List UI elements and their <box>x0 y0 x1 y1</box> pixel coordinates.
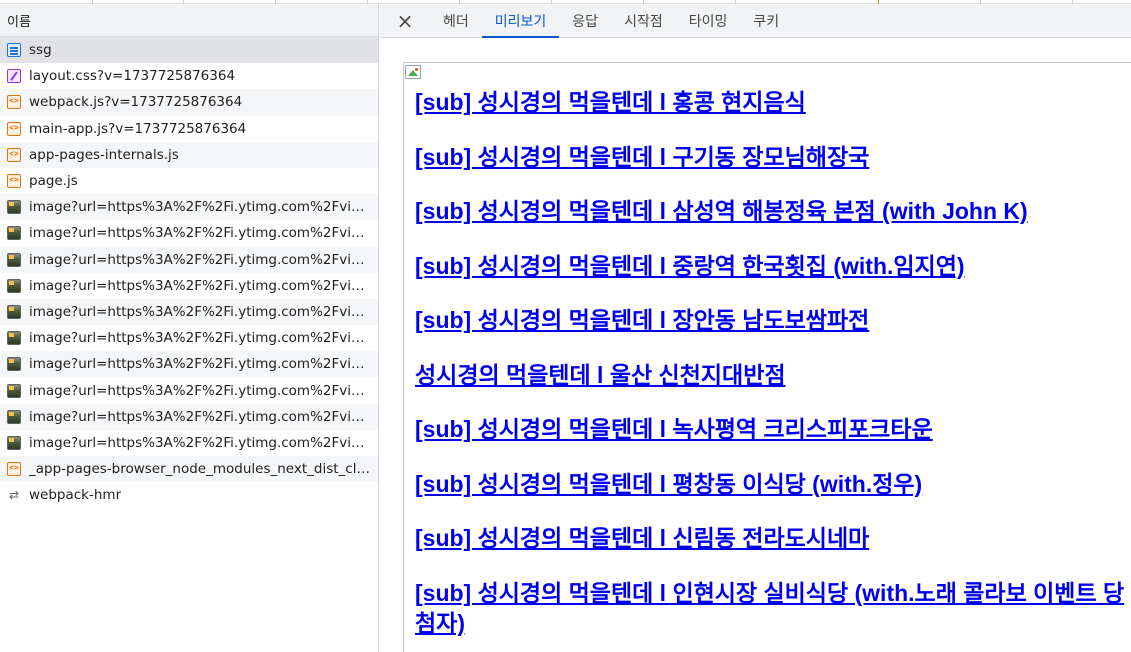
tab-initiator[interactable]: 시작점 <box>611 4 676 37</box>
script-icon <box>7 173 21 189</box>
request-name: main-app.js?v=1737725876364 <box>29 120 247 137</box>
script-icon <box>7 461 21 477</box>
preview-link[interactable]: [sub] 성시경의 먹을텐데 l 삼성역 해봉정육 본점 (with John… <box>415 196 1127 226</box>
request-name: image?url=https%3A%2F%2Fi.ytimg.com%2Fvi… <box>29 303 373 320</box>
preview-link[interactable]: [sub] 성시경의 먹을텐데 l 홍콩 현지음식 <box>415 87 1127 117</box>
preview-link[interactable]: [sub] 성시경의 먹을텐데 l 구기동 장모님해장국 <box>415 142 1127 172</box>
request-row[interactable]: image?url=https%3A%2F%2Fi.ytimg.com%2Fvi… <box>0 377 378 403</box>
tab-headers[interactable]: 헤더 <box>430 4 482 37</box>
preview-link[interactable]: [sub] 성시경의 먹을텐데 l 중랑역 한국횟집 (with.임지연) <box>415 251 1127 281</box>
preview-link[interactable]: [sub] 성시경의 먹을텐데 l 인현시장 실비식당 (with.노래 콜라보… <box>415 578 1127 638</box>
request-row[interactable]: app-pages-internals.js <box>0 141 378 168</box>
request-name: image?url=https%3A%2F%2Fi.ytimg.com%2Fvi… <box>29 382 373 399</box>
request-row[interactable]: image?url=https%3A%2F%2Fi.ytimg.com%2Fvi… <box>0 246 378 273</box>
request-row[interactable]: image?url=https%3A%2F%2Fi.ytimg.com%2Fvi… <box>0 220 378 246</box>
script-icon <box>7 94 21 110</box>
image-icon <box>7 200 21 215</box>
preview-link[interactable]: [sub] 성시경의 먹을텐데 l 평창동 이식당 (with.정우) <box>415 469 1127 499</box>
request-row[interactable]: layout.css?v=1737725876364 <box>0 63 378 89</box>
script-icon <box>7 147 21 162</box>
preview-link[interactable]: [sub] 성시경의 먹을텐데 l 녹사평역 크리스피포크타운 <box>415 414 1127 444</box>
stylesheet-icon <box>7 69 21 84</box>
image-icon <box>7 278 21 293</box>
request-row[interactable]: page.js <box>0 168 378 194</box>
request-name: image?url=https%3A%2F%2Fi.ytimg.com%2Fvi… <box>29 251 373 268</box>
request-row[interactable]: image?url=https%3A%2F%2Fi.ytimg.com%2Fvi… <box>0 273 378 299</box>
preview-link[interactable]: [sub] 성시경의 먹을텐데 l 신림동 전라도시네마 <box>415 523 1127 553</box>
tab-cookies[interactable]: 쿠키 <box>740 4 792 37</box>
image-icon <box>7 383 21 398</box>
image-icon <box>7 435 21 450</box>
request-row[interactable]: _app-pages-browser_node_modules_next_dis… <box>0 456 378 483</box>
name-column-label: 이름 <box>7 14 31 30</box>
request-detail-pane: × 헤더 미리보기 응답 시작점 타이밍 쿠키 [sub] 성시경의 먹을텐데 … <box>380 4 1131 652</box>
image-icon <box>7 252 21 267</box>
request-row[interactable]: image?url=https%3A%2F%2Fi.ytimg.com%2Fvi… <box>0 325 378 351</box>
close-icon[interactable]: × <box>380 4 430 37</box>
request-name: webpack-hmr <box>29 487 122 504</box>
request-row[interactable]: ssg <box>0 37 378 64</box>
request-name: layout.css?v=1737725876364 <box>29 68 236 85</box>
image-icon <box>7 357 21 372</box>
request-row[interactable]: ⇄ webpack-hmr <box>0 482 378 508</box>
tab-timing[interactable]: 타이밍 <box>676 4 741 37</box>
request-list-pane: 이름 ssg layout.css?v=1737725876364 webpack.… <box>0 4 379 652</box>
name-column-header[interactable]: 이름 <box>0 4 378 37</box>
request-name: webpack.js?v=1737725876364 <box>29 94 243 111</box>
request-row[interactable]: image?url=https%3A%2F%2Fi.ytimg.com%2Fvi… <box>0 430 378 456</box>
preview-link[interactable]: [sub] 성시경의 먹을텐데 l 장안동 남도보쌈파전 <box>415 305 1127 335</box>
request-name: page.js <box>29 173 78 190</box>
request-name: ssg <box>29 42 52 59</box>
request-row[interactable]: image?url=https%3A%2F%2Fi.ytimg.com%2Fvi… <box>0 194 378 221</box>
request-name: app-pages-internals.js <box>29 146 179 163</box>
preview-link-list: [sub] 성시경의 먹을텐데 l 홍콩 현지음식 [sub] 성시경의 먹을텐… <box>415 87 1127 652</box>
request-name: image?url=https%3A%2F%2Fi.ytimg.com%2Fvi… <box>29 330 373 347</box>
tab-response[interactable]: 응답 <box>559 4 611 37</box>
image-icon <box>7 226 21 241</box>
preview-panel: [sub] 성시경의 먹을텐데 l 홍콩 현지음식 [sub] 성시경의 먹을텐… <box>380 39 1131 652</box>
script-icon <box>7 121 21 136</box>
preview-link[interactable]: 성시경의 먹을텐데 l 울산 신천지대반점 <box>415 360 1127 390</box>
image-icon <box>7 331 21 346</box>
websocket-icon: ⇄ <box>8 488 20 503</box>
request-row[interactable]: image?url=https%3A%2F%2Fi.ytimg.com%2Fvi… <box>0 298 378 326</box>
request-row[interactable]: main-app.js?v=1737725876364 <box>0 116 378 142</box>
request-row[interactable]: image?url=https%3A%2F%2Fi.ytimg.com%2Fvi… <box>0 351 378 378</box>
request-row[interactable]: image?url=https%3A%2F%2Fi.ytimg.com%2Fvi… <box>0 403 378 430</box>
request-name: image?url=https%3A%2F%2Fi.ytimg.com%2Fvi… <box>29 225 373 242</box>
document-icon <box>7 43 21 58</box>
image-icon <box>7 409 21 424</box>
tab-preview[interactable]: 미리보기 <box>481 4 560 38</box>
image-icon <box>7 304 21 319</box>
preview-frame: [sub] 성시경의 먹을텐데 l 홍콩 현지음식 [sub] 성시경의 먹을텐… <box>403 62 1131 652</box>
request-rows: ssg layout.css?v=1737725876364 webpack.js?… <box>0 37 378 508</box>
request-name: image?url=https%3A%2F%2Fi.ytimg.com%2Fvi… <box>29 356 373 373</box>
broken-image-icon <box>404 63 424 83</box>
request-name: image?url=https%3A%2F%2Fi.ytimg.com%2Fvi… <box>29 277 373 294</box>
request-name: _app-pages-browser_node_modules_next_dis… <box>29 461 373 478</box>
request-row[interactable]: webpack.js?v=1737725876364 <box>0 89 378 116</box>
detail-tab-bar: × 헤더 미리보기 응답 시작점 타이밍 쿠키 <box>380 4 1131 38</box>
request-name: image?url=https%3A%2F%2Fi.ytimg.com%2Fvi… <box>29 199 373 216</box>
request-name: image?url=https%3A%2F%2Fi.ytimg.com%2Fvi… <box>29 408 373 425</box>
request-name: image?url=https%3A%2F%2Fi.ytimg.com%2Fvi… <box>29 434 373 451</box>
